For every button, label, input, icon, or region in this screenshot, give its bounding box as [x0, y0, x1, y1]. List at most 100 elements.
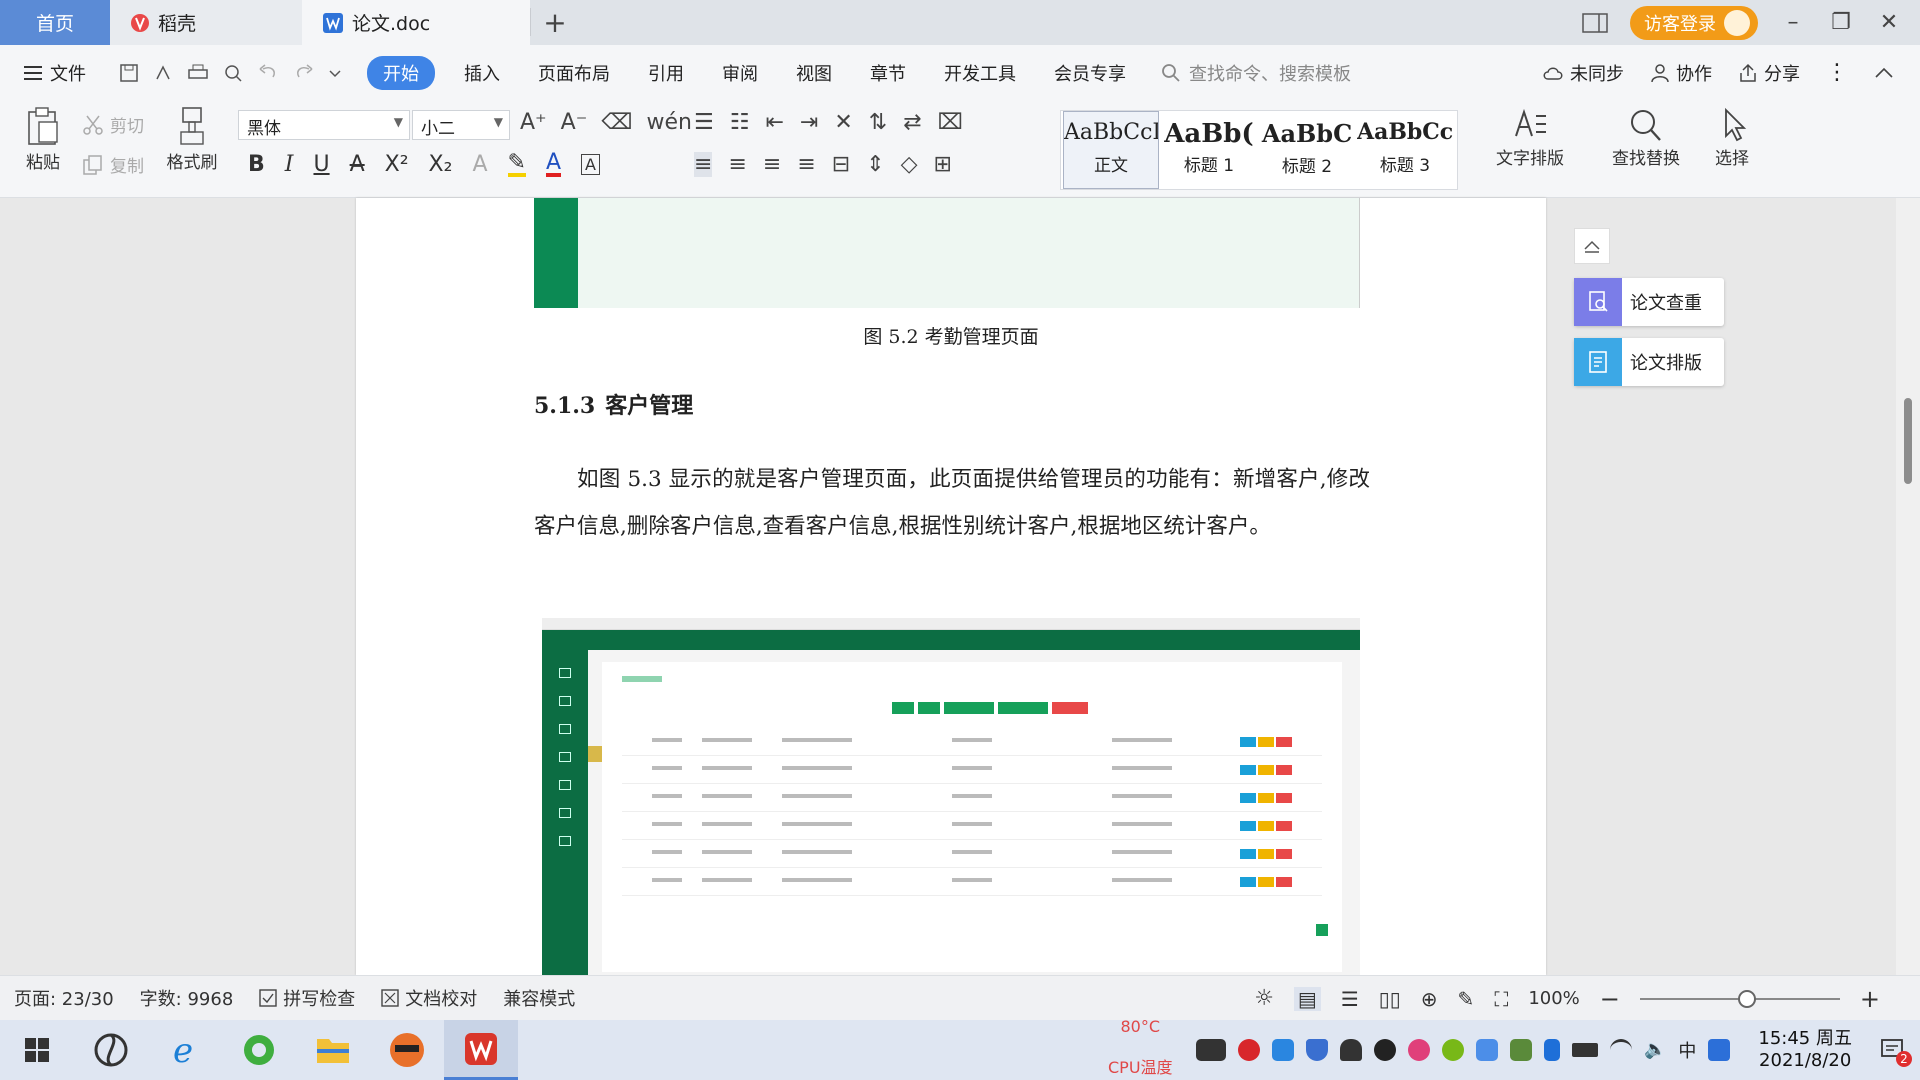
numbered-list-icon[interactable]: ☷: [730, 110, 750, 135]
page-view-icon[interactable]: ▤: [1293, 986, 1321, 1011]
menu-start[interactable]: 开始: [367, 55, 435, 90]
wifi-icon[interactable]: [1609, 1039, 1632, 1061]
bold-icon[interactable]: B: [248, 152, 265, 177]
print-preview-icon[interactable]: [223, 63, 243, 83]
chinese-layout-icon[interactable]: ✕: [834, 110, 852, 135]
grow-font-icon[interactable]: A⁺: [520, 110, 547, 135]
tray-app-cloud-icon[interactable]: [1475, 1039, 1498, 1061]
copy-button[interactable]: 复制: [82, 152, 144, 177]
scroll-thumb[interactable]: [1904, 398, 1912, 484]
menu-chapter[interactable]: 章节: [851, 60, 925, 86]
window-layout-icon[interactable]: [1582, 12, 1608, 33]
menu-insert[interactable]: 插入: [445, 60, 519, 86]
superscript-icon[interactable]: X²: [385, 152, 409, 177]
tray-app-blue-icon[interactable]: [1271, 1039, 1294, 1061]
style-heading-3[interactable]: AaBbCcl 标题 3: [1357, 111, 1453, 189]
collapse-ribbon-icon[interactable]: [1874, 66, 1894, 80]
justify-icon[interactable]: ≡: [797, 152, 815, 177]
clock[interactable]: 15:45 周五 2021/8/20: [1758, 1028, 1852, 1072]
print-icon[interactable]: [187, 63, 209, 83]
read-view-icon[interactable]: ▯▯: [1379, 987, 1401, 1011]
spell-check-button[interactable]: 拼写检查: [259, 985, 355, 1011]
underline-icon[interactable]: U: [313, 152, 329, 177]
find-replace-button[interactable]: 查找替换: [1612, 106, 1680, 169]
italic-icon[interactable]: I: [285, 152, 294, 177]
sort-icon[interactable]: ⇅: [869, 110, 887, 135]
shrink-font-icon[interactable]: A⁻: [561, 110, 588, 135]
decrease-indent-icon[interactable]: ⇤: [765, 110, 783, 135]
tray-app-green-icon[interactable]: [1441, 1039, 1464, 1061]
zoom-out-icon[interactable]: −: [1600, 985, 1620, 1013]
paper-layout-button[interactable]: 论文排版: [1574, 338, 1724, 386]
zoom-slider[interactable]: [1639, 989, 1840, 1008]
text-direction-icon[interactable]: ⇄: [903, 110, 921, 135]
strikethrough-icon[interactable]: A: [350, 152, 365, 177]
char-border-icon[interactable]: A: [581, 154, 600, 175]
menu-member[interactable]: 会员专享: [1035, 60, 1145, 86]
menu-references[interactable]: 引用: [629, 60, 703, 86]
restore-icon[interactable]: ❐: [1828, 10, 1854, 35]
text-layout-button[interactable]: 文字排版: [1496, 106, 1564, 169]
tray-app-q-icon[interactable]: [1708, 1039, 1731, 1061]
eye-protect-icon[interactable]: ☼: [1254, 986, 1274, 1011]
more-options-icon[interactable]: ⋮: [1826, 60, 1848, 85]
align-left-icon[interactable]: ≡: [694, 152, 713, 177]
tab-home[interactable]: 首页: [0, 0, 110, 45]
ime-indicator[interactable]: 中: [1678, 1037, 1696, 1063]
redo-icon[interactable]: [293, 63, 315, 83]
align-right-icon[interactable]: ≡: [763, 152, 781, 177]
tab-daoke[interactable]: 稻壳: [110, 0, 302, 45]
bluetooth-icon[interactable]: [1543, 1039, 1560, 1061]
font-color-icon[interactable]: A: [545, 151, 561, 177]
align-center-icon[interactable]: ≡: [728, 152, 746, 177]
undo-icon[interactable]: [257, 63, 279, 83]
minimize-icon[interactable]: –: [1780, 10, 1806, 35]
notification-button[interactable]: 2: [1880, 1037, 1912, 1067]
collab-button[interactable]: 协作: [1650, 60, 1712, 86]
taskbar-wps[interactable]: [444, 1020, 518, 1080]
tab-document[interactable]: 论文.doc: [302, 0, 531, 45]
page-indicator[interactable]: 页面: 23/30: [14, 985, 114, 1011]
bullet-list-icon[interactable]: ☰: [694, 110, 714, 135]
line-spacing-icon[interactable]: ⇕: [866, 152, 884, 177]
menu-review[interactable]: 审阅: [703, 60, 777, 86]
qq-icon[interactable]: [1373, 1039, 1396, 1061]
outline-view-icon[interactable]: ☰: [1341, 987, 1359, 1011]
tray-app-gpu-icon[interactable]: [1509, 1039, 1532, 1061]
zoom-knob[interactable]: [1737, 989, 1756, 1008]
word-count[interactable]: 字数: 9968: [140, 985, 234, 1011]
show-marks-icon[interactable]: ⌧: [938, 110, 963, 135]
style-normal[interactable]: AaBbCcI 正文: [1063, 111, 1159, 189]
web-view-icon[interactable]: ⊕: [1421, 987, 1438, 1011]
paper-check-button[interactable]: 论文查重: [1574, 278, 1724, 326]
save-icon[interactable]: [119, 63, 139, 83]
file-menu[interactable]: 文件: [18, 60, 105, 86]
menu-view[interactable]: 视图: [777, 60, 851, 86]
document-page[interactable]: 图 5.2 考勤管理页面 5.1.3 客户管理 如图 5.3 显示的就是客户管理页…: [356, 198, 1546, 975]
style-heading-2[interactable]: AaBbC 标题 2: [1259, 111, 1355, 189]
tray-app-red-icon[interactable]: [1237, 1039, 1260, 1061]
subscript-icon[interactable]: X₂: [429, 152, 453, 177]
taskbar-app-mask[interactable]: [370, 1020, 444, 1080]
shading-icon[interactable]: ◇: [901, 152, 918, 177]
pinyin-icon[interactable]: wén: [646, 110, 691, 135]
zoom-in-icon[interactable]: +: [1860, 985, 1880, 1013]
menu-page-layout[interactable]: 页面布局: [519, 60, 629, 86]
select-button[interactable]: 选择: [1712, 106, 1752, 169]
cut-button[interactable]: 剪切: [82, 112, 144, 137]
style-heading-1[interactable]: AaBb( 标题 1: [1161, 111, 1257, 189]
increase-indent-icon[interactable]: ⇥: [800, 110, 818, 135]
borders-icon[interactable]: ⊞: [934, 152, 952, 177]
start-button[interactable]: [0, 1020, 74, 1080]
font-name-select[interactable]: 黑体 ▼: [238, 110, 410, 140]
clear-format-icon[interactable]: ⌫: [601, 110, 632, 135]
vertical-scrollbar[interactable]: [1896, 198, 1920, 975]
fit-page-icon[interactable]: ⛶: [1494, 987, 1508, 1011]
share-button[interactable]: 分享: [1738, 60, 1800, 86]
sync-button[interactable]: 未同步: [1542, 60, 1624, 86]
close-icon[interactable]: ✕: [1876, 10, 1902, 35]
guest-login-button[interactable]: 访客登录: [1630, 5, 1758, 40]
new-tab-button[interactable]: +: [530, 0, 580, 45]
chevron-down-icon[interactable]: [329, 68, 341, 78]
text-effect-icon[interactable]: A: [472, 152, 487, 177]
